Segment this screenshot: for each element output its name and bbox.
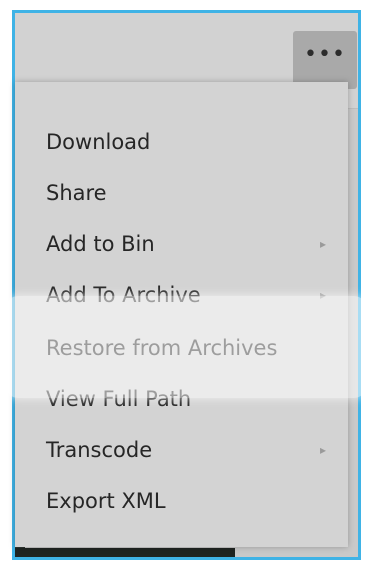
chevron-right-icon: ▸: [319, 442, 326, 457]
menu-item-transcode[interactable]: Transcode ▸: [15, 424, 348, 475]
more-icon: •••: [304, 42, 346, 67]
menu-item-label: Restore from Archives: [46, 335, 278, 360]
menu-item-label: Download: [46, 129, 151, 154]
chevron-right-icon: ▸: [319, 236, 326, 251]
menu-item-add-to-archive[interactable]: Add To Archive ▸: [15, 269, 348, 320]
menu-item-view-full-path[interactable]: View Full Path: [15, 373, 348, 424]
context-menu: Download Share Add to Bin ▸ Add To Archi…: [15, 82, 348, 547]
menu-item-label: Add To Archive: [46, 282, 201, 307]
menu-item-export-xml[interactable]: Export XML: [15, 475, 348, 526]
menu-item-label: View Full Path: [46, 386, 192, 411]
menu-item-label: Share: [46, 180, 107, 205]
menu-item-label: Transcode: [46, 437, 153, 462]
background-thumbnail-bottom: [15, 548, 235, 557]
menu-item-add-to-bin[interactable]: Add to Bin ▸: [15, 218, 348, 269]
menu-item-share[interactable]: Share: [15, 167, 348, 218]
menu-item-restore-from-archives[interactable]: Restore from Archives: [15, 322, 348, 373]
menu-item-label: Add to Bin: [46, 231, 155, 256]
chevron-right-icon: ▸: [319, 287, 326, 302]
menu-item-download[interactable]: Download: [15, 116, 348, 167]
menu-item-label: Export XML: [46, 488, 166, 513]
more-options-button[interactable]: •••: [293, 31, 357, 89]
